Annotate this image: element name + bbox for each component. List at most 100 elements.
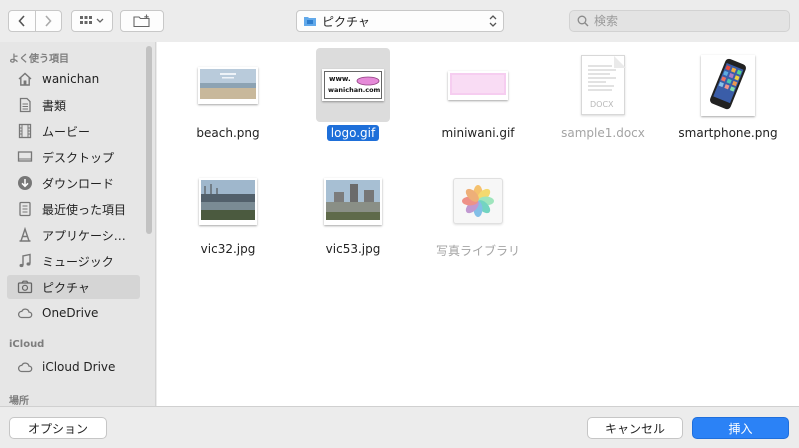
crocodile-logo-icon — [356, 76, 380, 86]
logo-image: www. wanichan.com — [324, 71, 382, 99]
image-frame — [701, 54, 755, 116]
file-name: logo.gif — [288, 125, 418, 141]
docx-document-icon: DOCX — [581, 55, 626, 115]
file-item-miniwani[interactable]: miniwani.gif — [413, 46, 533, 156]
film-icon — [16, 122, 34, 140]
sidebar-item-label: デスクトップ — [42, 150, 115, 165]
search-field[interactable] — [569, 10, 790, 32]
home-icon — [16, 70, 34, 88]
view-mode-button[interactable] — [71, 10, 113, 32]
file-name: sample1.docx — [538, 126, 668, 140]
search-icon — [577, 15, 589, 27]
sidebar-item-desktop[interactable]: デスクトップ — [7, 145, 140, 169]
file-name-text: sample1.docx — [561, 126, 645, 140]
file-browser: beach.png www. wanichan.com logo.gif min… — [157, 42, 799, 406]
sidebar-item-label: ミュージック — [42, 254, 114, 269]
pictures-folder-icon — [304, 17, 316, 26]
chevron-right-icon — [45, 15, 52, 27]
forward-button[interactable] — [34, 11, 62, 31]
sidebar-item-applications[interactable]: アプリケーシ… — [7, 223, 140, 247]
file-name: miniwani.gif — [413, 126, 543, 140]
image-frame — [199, 177, 257, 225]
back-button[interactable] — [9, 11, 35, 31]
music-icon — [16, 252, 34, 270]
beach-image-icon — [200, 68, 256, 99]
sidebar-item-label: ダウンロード — [42, 176, 115, 191]
file-thumbnail — [441, 48, 515, 122]
options-button[interactable]: オプション — [9, 417, 107, 439]
file-thumbnail — [191, 48, 265, 122]
bottom-bar: オプション キャンセル 挿入 — [0, 406, 799, 448]
up-down-arrows-icon — [489, 15, 497, 27]
photos-flower-icon — [462, 185, 494, 217]
city-photo-icon — [326, 179, 380, 220]
sidebar-section-icloud: iCloud — [9, 339, 45, 350]
camera-icon — [16, 278, 34, 296]
insert-button[interactable]: 挿入 — [692, 417, 789, 439]
sidebar-item-documents[interactable]: 書類 — [7, 93, 140, 117]
image-frame — [198, 66, 258, 104]
cloud-icon — [16, 304, 34, 322]
sidebar-item-downloads[interactable]: ダウンロード — [7, 171, 140, 195]
cloud-icon — [16, 358, 34, 376]
chevron-left-icon — [18, 15, 25, 27]
sidebar-item-label: アプリケーシ… — [42, 228, 126, 243]
file-item-sample1[interactable]: DOCX sample1.docx — [538, 46, 658, 156]
new-folder-icon — [133, 14, 150, 28]
file-name-text: 写真ライブラリ — [435, 244, 520, 258]
logo-text-www: www. — [329, 75, 351, 83]
file-name-text: beach.png — [196, 126, 260, 140]
file-thumbnail — [316, 164, 390, 238]
toolbar: ピクチャ — [0, 0, 799, 42]
sidebar-section-favorites: よく使う項目 — [9, 54, 69, 65]
sidebar-scrollbar[interactable] — [146, 46, 152, 234]
cancel-button[interactable]: キャンセル — [587, 417, 683, 439]
sidebar-item-label: 書類 — [42, 98, 67, 113]
file-name-text: smartphone.png — [678, 126, 778, 140]
sidebar-item-label: wanichan — [42, 72, 100, 86]
file-item-vic32[interactable]: vic32.jpg — [163, 162, 283, 272]
download-icon — [16, 174, 34, 192]
file-name: smartphone.png — [663, 126, 793, 140]
sidebar-item-label: iCloud Drive — [42, 360, 116, 374]
applications-icon — [16, 226, 34, 244]
search-input[interactable] — [594, 14, 774, 28]
miniwani-image-icon — [450, 72, 506, 95]
location-popup[interactable]: ピクチャ — [296, 10, 504, 32]
sidebar-item-pictures[interactable]: ピクチャ — [7, 275, 140, 299]
file-name-text: miniwani.gif — [441, 126, 515, 140]
file-name-text: vic32.jpg — [200, 242, 256, 256]
file-thumbnail: DOCX — [566, 48, 640, 122]
sidebar-item-label: 最近使った項目 — [42, 202, 127, 217]
document-icon — [16, 96, 34, 114]
image-frame — [448, 70, 508, 100]
file-name: vic53.jpg — [288, 242, 418, 256]
sidebar-item-label: ムービー — [42, 124, 91, 139]
image-frame: www. wanichan.com — [322, 69, 384, 101]
harbor-photo-icon — [201, 179, 255, 220]
sidebar-item-label: OneDrive — [42, 306, 99, 320]
file-thumbnail: www. wanichan.com — [316, 48, 390, 122]
file-item-beach[interactable]: beach.png — [163, 46, 283, 156]
icon-grid-icon — [80, 16, 104, 24]
image-frame — [324, 177, 382, 225]
sidebar-item-recents[interactable]: 最近使った項目 — [7, 197, 140, 221]
docx-label: DOCX — [590, 100, 614, 109]
sidebar-item-movies[interactable]: ムービー — [7, 119, 140, 143]
file-name: 写真ライブラリ — [413, 242, 543, 259]
sidebar-item-music[interactable]: ミュージック — [7, 249, 140, 273]
new-folder-button[interactable] — [120, 10, 164, 32]
sidebar-item-icloud-drive[interactable]: iCloud Drive — [7, 355, 140, 379]
smartphone-image-icon — [703, 56, 753, 111]
file-thumbnail — [691, 48, 765, 122]
file-thumbnail — [441, 164, 515, 238]
file-name-text: vic53.jpg — [325, 242, 381, 256]
file-item-smartphone[interactable]: smartphone.png — [663, 46, 783, 156]
sidebar-item-home[interactable]: wanichan — [7, 67, 140, 91]
sidebar-item-onedrive[interactable]: OneDrive — [7, 301, 140, 325]
file-name: vic32.jpg — [163, 242, 293, 256]
sidebar-item-label: ピクチャ — [42, 280, 90, 295]
file-item-photos-library[interactable]: 写真ライブラリ — [413, 162, 533, 272]
file-item-logo[interactable]: www. wanichan.com logo.gif — [288, 46, 408, 156]
file-item-vic53[interactable]: vic53.jpg — [288, 162, 408, 272]
